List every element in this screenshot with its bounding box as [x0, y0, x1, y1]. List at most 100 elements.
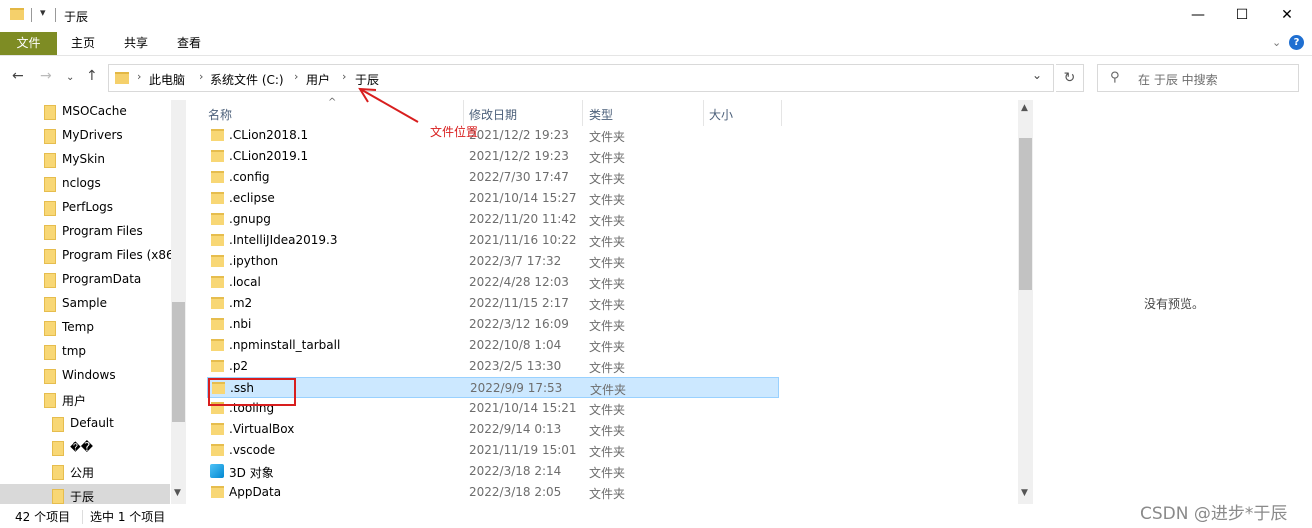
file-date: 2022/3/18 2:05	[469, 485, 562, 499]
file-row[interactable]: .vscode 2021/11/19 15:01 文件夹	[207, 440, 779, 461]
file-row[interactable]: .local 2022/4/28 12:03 文件夹	[207, 272, 779, 293]
sidebar-item-label: tmp	[62, 344, 87, 358]
sidebar-item-label: Default	[70, 416, 114, 430]
file-name: .VirtualBox	[229, 422, 295, 436]
file-row[interactable]: .m2 2022/11/15 2:17 文件夹	[207, 293, 779, 314]
chevron-right-icon[interactable]: ›	[342, 70, 346, 83]
back-arrow-icon[interactable]: ←	[12, 68, 24, 84]
file-row[interactable]: 3D 对象 2022/3/18 2:14 文件夹	[207, 461, 779, 482]
column-header-date[interactable]: 修改日期	[469, 106, 517, 123]
chevron-right-icon[interactable]: ›	[137, 70, 141, 83]
file-name: .config	[229, 170, 270, 184]
sidebar-item[interactable]: 公用	[0, 460, 170, 484]
file-row[interactable]: .nbi 2022/3/12 16:09 文件夹	[207, 314, 779, 335]
column-divider[interactable]	[781, 100, 782, 126]
search-box[interactable]: ⚲ 在 于辰 中搜索	[1097, 64, 1299, 92]
scroll-down-icon[interactable]: ▼	[1021, 488, 1028, 498]
file-row[interactable]: .CLion2018.1 2021/12/2 19:23 文件夹	[207, 125, 779, 146]
sidebar-item[interactable]: Default	[0, 412, 170, 436]
sidebar-item-label: 用户	[62, 394, 87, 408]
file-row[interactable]: .gnupg 2022/11/20 11:42 文件夹	[207, 209, 779, 230]
sidebar-item[interactable]: Temp	[0, 316, 170, 340]
file-row[interactable]: .ipython 2022/3/7 17:32 文件夹	[207, 251, 779, 272]
address-dropdown-icon[interactable]: ⌄	[1032, 68, 1042, 82]
file-type: 文件夹	[589, 340, 626, 354]
folder-icon	[44, 321, 56, 336]
nav-scrollbar-thumb[interactable]	[172, 302, 185, 422]
column-header-type[interactable]: 类型	[589, 106, 613, 123]
file-row[interactable]: .eclipse 2021/10/14 15:27 文件夹	[207, 188, 779, 209]
file-type: 文件夹	[589, 298, 626, 312]
file-date: 2022/4/28 12:03	[469, 275, 569, 289]
file-row[interactable]: .VirtualBox 2022/9/14 0:13 文件夹	[207, 419, 779, 440]
file-row[interactable]: AppData 2022/3/18 2:05 文件夹	[207, 482, 779, 503]
column-divider[interactable]	[703, 100, 704, 126]
annotation-arrow-icon	[358, 87, 419, 123]
forward-arrow-icon[interactable]: →	[40, 68, 52, 84]
file-type: 文件夹	[589, 424, 626, 438]
tab-view[interactable]: 查看	[163, 32, 215, 55]
sidebar-item[interactable]: Program Files (x86	[0, 244, 174, 268]
file-list-scrollbar-thumb[interactable]	[1019, 138, 1032, 290]
sidebar-item[interactable]: Windows	[0, 364, 170, 388]
close-button[interactable]: ✕	[1264, 0, 1310, 30]
file-row[interactable]: .IntelliJIdea2019.3 2021/11/16 10:22 文件夹	[207, 230, 779, 251]
column-header-size[interactable]: 大小	[709, 106, 733, 123]
file-row[interactable]: .CLion2019.1 2021/12/2 19:23 文件夹	[207, 146, 779, 167]
sidebar-item[interactable]: nclogs	[0, 172, 170, 196]
folder-icon	[211, 150, 224, 162]
window-title: 于辰	[64, 10, 89, 24]
scroll-down-icon[interactable]: ▼	[174, 488, 181, 498]
file-type: 文件夹	[589, 466, 626, 480]
file-row[interactable]: .p2 2023/2/5 13:30 文件夹	[207, 356, 779, 377]
maximize-button[interactable]: ☐	[1219, 0, 1265, 30]
sidebar-item[interactable]: MySkin	[0, 148, 170, 172]
sidebar-item[interactable]: MyDrivers	[0, 124, 170, 148]
sidebar-item[interactable]: tmp	[0, 340, 170, 364]
folder-icon	[211, 213, 224, 225]
sidebar-item-label: �ܿ�	[70, 440, 94, 454]
folder-icon	[211, 423, 224, 435]
breadcrumb-drive[interactable]: 系统文件 (C:)	[210, 71, 284, 88]
sidebar-item[interactable]: �ܿ�	[0, 436, 170, 460]
minimize-button[interactable]: —	[1175, 0, 1221, 30]
expand-ribbon-icon[interactable]: ⌄	[1272, 36, 1281, 49]
sidebar-item[interactable]: PerfLogs	[0, 196, 170, 220]
file-type: 文件夹	[589, 256, 626, 270]
up-arrow-icon[interactable]: ↑	[86, 68, 98, 84]
tab-file[interactable]: 文件	[0, 32, 57, 55]
file-row[interactable]: .npminstall_tarball 2022/10/8 1:04 文件夹	[207, 335, 779, 356]
sidebar-item[interactable]: Program Files	[0, 220, 170, 244]
file-type: 文件夹	[589, 172, 626, 186]
sidebar-item[interactable]: ProgramData	[0, 268, 170, 292]
tab-share[interactable]: 共享	[110, 32, 162, 55]
tab-home[interactable]: 主页	[57, 32, 109, 55]
column-divider[interactable]	[582, 100, 583, 126]
file-date: 2022/3/12 16:09	[469, 317, 569, 331]
chevron-right-icon[interactable]: ›	[199, 70, 203, 83]
breadcrumb-users[interactable]: 用户	[306, 71, 330, 88]
address-bar[interactable]: › 此电脑 › 系统文件 (C:) › 用户 › 于辰	[108, 64, 1054, 92]
column-header-name[interactable]: 名称	[208, 106, 232, 123]
search-input[interactable]: 在 于辰 中搜索	[1138, 71, 1218, 88]
file-row[interactable]: .config 2022/7/30 17:47 文件夹	[207, 167, 779, 188]
sidebar-item[interactable]: MSOCache	[0, 100, 170, 124]
file-type: 文件夹	[589, 319, 626, 333]
folder-icon	[211, 339, 224, 351]
sidebar-item-label: 公用	[70, 466, 95, 480]
help-icon[interactable]: ?	[1289, 35, 1304, 50]
sidebar-item[interactable]: 于辰	[0, 484, 170, 504]
title-bar: ▾ 于辰 — ☐ ✕	[0, 0, 1312, 32]
folder-icon	[211, 171, 224, 183]
folder-icon	[211, 360, 224, 372]
recent-locations-icon[interactable]: ⌄	[66, 72, 74, 83]
quick-access-dropdown-icon[interactable]: ▾	[40, 6, 46, 19]
breadcrumb-this-pc[interactable]: 此电脑	[149, 71, 185, 88]
chevron-right-icon[interactable]: ›	[294, 70, 298, 83]
scroll-up-icon[interactable]: ▲	[1021, 103, 1028, 113]
sidebar-item[interactable]: 用户	[0, 388, 170, 412]
sidebar-item-label: nclogs	[62, 176, 101, 190]
ribbon-tabs: 文件 主页 共享 查看 ⌄ ?	[0, 32, 1312, 56]
sidebar-item[interactable]: Sample	[0, 292, 170, 316]
refresh-icon[interactable]: ↻	[1056, 64, 1084, 92]
